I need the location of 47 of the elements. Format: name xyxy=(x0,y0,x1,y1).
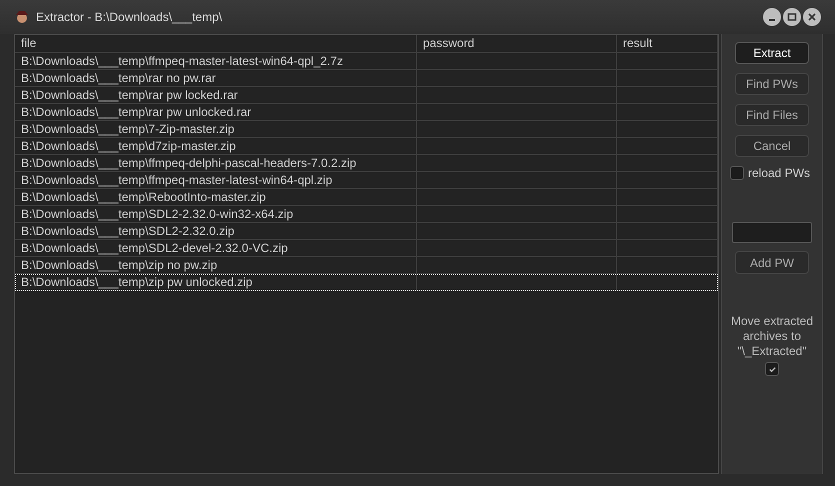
column-header[interactable]: password xyxy=(417,35,617,52)
move-checkbox[interactable] xyxy=(765,362,779,376)
table-cell: B:\Downloads\___temp\zip pw unlocked.zip xyxy=(15,274,417,290)
table-cell: B:\Downloads\___temp\d7zip-master.zip xyxy=(15,138,417,154)
maximize-icon[interactable] xyxy=(783,8,801,26)
table-cell: B:\Downloads\___temp\SDL2-2.32.0-win32-x64.zip xyxy=(15,206,417,222)
table-row[interactable]: B:\Downloads\___temp\SDL2-devel-2.32.0-VC.zip xyxy=(15,240,718,257)
table-cell: B:\Downloads\___temp\RebootInto-master.zip xyxy=(15,189,417,205)
table-row[interactable]: B:\Downloads\___temp\ffmpeq-master-latest-win64-qpl_2.7z xyxy=(15,53,718,70)
table-row[interactable]: B:\Downloads\___temp\SDL2-2.32.0-win32-x64.zip xyxy=(15,206,718,223)
table-row[interactable]: B:\Downloads\___temp\7-Zip-master.zip xyxy=(15,121,718,138)
table-cell: B:\Downloads\___temp\ffmpeq-delphi-pascal-headers-7.0.2.zip xyxy=(15,155,417,171)
table-cell: B:\Downloads\___temp\rar pw locked.rar xyxy=(15,87,417,103)
table-row[interactable]: B:\Downloads\___temp\d7zip-master.zip xyxy=(15,138,718,155)
add-pw-button[interactable]: Add PW xyxy=(735,251,809,274)
table-row[interactable]: B:\Downloads\___temp\rar no pw.rar xyxy=(15,70,718,87)
column-header[interactable]: file xyxy=(15,35,417,52)
table-cell: B:\Downloads\___temp\zip no pw.zip xyxy=(15,257,417,273)
table-cell: B:\Downloads\___temp\ffmpeq-master-latest-win64-qpl.zip xyxy=(15,172,417,188)
column-header[interactable]: result xyxy=(617,35,718,52)
table-row[interactable]: B:\Downloads\___temp\zip no pw.zip xyxy=(15,257,718,274)
table-row[interactable]: B:\Downloads\___temp\ffmpeq-delphi-pascal-headers-7.0.2.zip xyxy=(15,155,718,172)
reload-checkbox[interactable] xyxy=(730,166,744,180)
table-row[interactable]: B:\Downloads\___temp\zip pw unlocked.zip xyxy=(15,274,718,291)
minimize-icon[interactable] xyxy=(763,8,781,26)
table-cell: B:\Downloads\___temp\SDL2-2.32.0.zip xyxy=(15,223,417,239)
table-row[interactable]: B:\Downloads\___temp\SDL2-2.32.0.zip xyxy=(15,223,718,240)
move-extracted-label: Move extracted archives to "\_Extracted" xyxy=(730,314,814,359)
close-icon[interactable] xyxy=(803,8,821,26)
action-button[interactable]: Cancel xyxy=(735,135,809,157)
table-cell: B:\Downloads\___temp\rar no pw.rar xyxy=(15,70,417,86)
table-cell: B:\Downloads\___temp\7-Zip-master.zip xyxy=(15,121,417,137)
password-field[interactable] xyxy=(732,222,812,243)
action-button[interactable]: Find PWs xyxy=(735,73,809,95)
table-cell: B:\Downloads\___temp\ffmpeq-master-latest-win64-qpl_2.7z xyxy=(15,53,417,69)
action-button[interactable]: Find Files xyxy=(735,104,809,126)
action-button[interactable]: Extract xyxy=(735,42,809,64)
app-icon xyxy=(14,9,30,25)
table-cell: B:\Downloads\___temp\SDL2-devel-2.32.0-VC.zip xyxy=(15,240,417,256)
table-row[interactable]: B:\Downloads\___temp\rar pw locked.rar xyxy=(15,87,718,104)
table-row[interactable]: B:\Downloads\___temp\RebootInto-master.zip xyxy=(15,189,718,206)
checkbox-label: reload PWs xyxy=(748,165,810,182)
table-row[interactable]: B:\Downloads\___temp\ffmpeq-master-latest-win64-qpl.zip xyxy=(15,172,718,189)
table-cell: B:\Downloads\___temp\rar pw unlocked.rar xyxy=(15,104,417,120)
window-title: Extractor - B:\Downloads\___temp\ xyxy=(36,9,222,26)
table-row[interactable]: B:\Downloads\___temp\rar pw unlocked.rar xyxy=(15,104,718,121)
check-icon xyxy=(768,364,776,374)
